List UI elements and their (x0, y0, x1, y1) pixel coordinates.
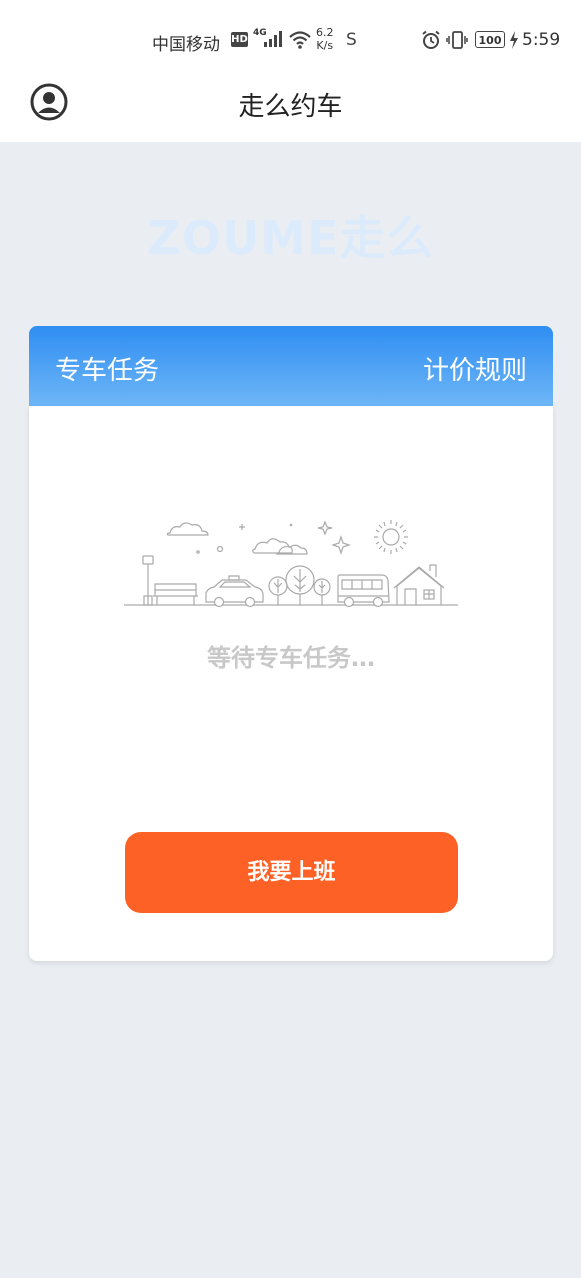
tab-pricing-rules[interactable]: 计价规则 (423, 350, 527, 387)
sync-icon: S (346, 30, 357, 50)
signal-icon (264, 31, 282, 47)
speed-value: 6.2 (316, 26, 334, 39)
battery-icon: 100 (475, 31, 505, 48)
hd-badge: HD (231, 32, 248, 47)
city-street-illustration (124, 520, 458, 608)
zoume-logo: ZOUME走么 (147, 211, 434, 265)
charging-icon (510, 31, 518, 49)
speed-unit: K/s (316, 39, 334, 52)
clock: 5:59 (522, 30, 561, 50)
task-card: 等待专车任务… 我要上班 (29, 406, 553, 961)
carrier-label: 中国移动 (152, 35, 220, 55)
network-speed: 6.2 K/s (316, 26, 334, 52)
page-title: 走么约车 (238, 92, 343, 122)
status-bar: 中国移动 HD 4G 6.2 K/s S 100 5:59 (0, 0, 581, 80)
tab-special-car-tasks[interactable]: 专车任务 (55, 350, 159, 387)
go-to-work-button[interactable]: 我要上班 (125, 832, 458, 913)
task-tabbar: 专车任务 计价规则 (29, 326, 553, 406)
app-header: 走么约车 (0, 80, 581, 142)
wifi-icon (289, 31, 311, 49)
alarm-icon (422, 30, 440, 49)
vibrate-icon (446, 31, 468, 49)
waiting-status-text: 等待专车任务… (207, 644, 375, 672)
